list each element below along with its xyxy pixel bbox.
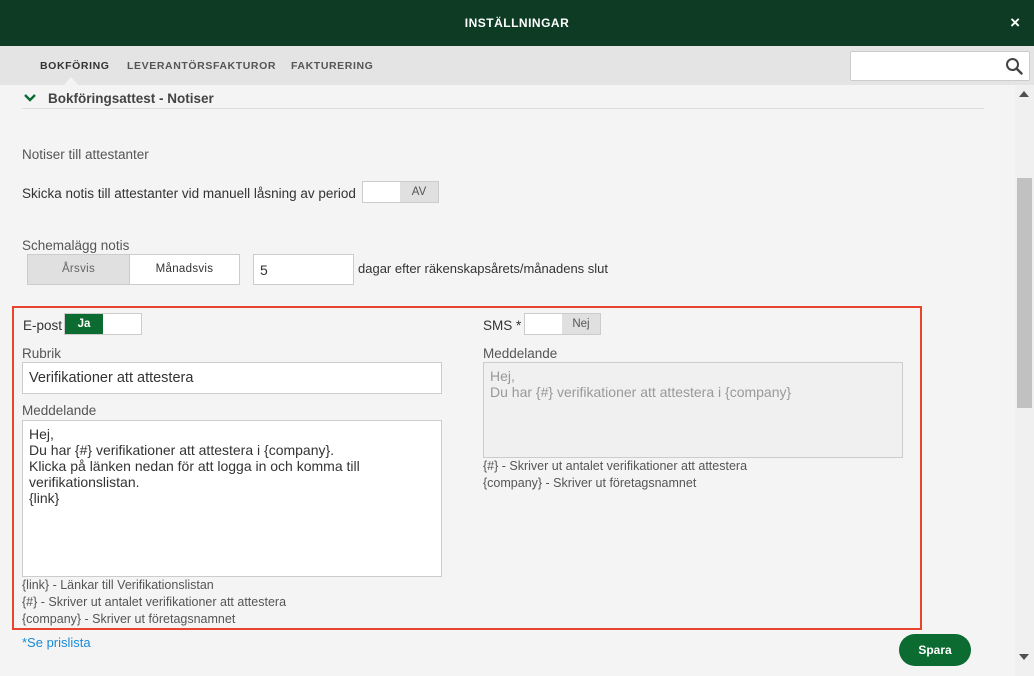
manual-lock-toggle[interactable]: AV xyxy=(362,181,439,203)
modal-header: INSTÄLLNINGAR × xyxy=(0,0,1034,46)
subject-input[interactable] xyxy=(22,362,442,394)
days-input[interactable] xyxy=(253,254,354,285)
tab-leverantorsfakturor[interactable]: LEVERANTÖRSFAKTUROR xyxy=(127,60,276,72)
days-suffix: dagar efter räkenskapsårets/månadens slu… xyxy=(358,261,609,276)
close-icon[interactable]: × xyxy=(1010,14,1020,31)
schedule-label: Schemalägg notis xyxy=(22,238,130,253)
search-icon[interactable] xyxy=(1005,57,1023,75)
tab-bokforing[interactable]: BOKFÖRING xyxy=(40,60,110,72)
sms-message-label: Meddelande xyxy=(483,346,558,361)
help-line: {company} - Skriver ut företagsnamnet xyxy=(483,476,697,490)
manual-lock-label: Skicka notis till attestanter vid manuel… xyxy=(22,186,356,201)
schedule-option-monthly[interactable]: Månadsvis xyxy=(129,255,239,284)
scroll-up-icon[interactable] xyxy=(1019,91,1029,97)
search-input[interactable] xyxy=(857,57,997,75)
email-message-textarea[interactable] xyxy=(22,420,442,577)
active-tab-indicator xyxy=(64,77,78,85)
toggle-state-label: Ja xyxy=(65,314,103,334)
toggle-state-label: Nej xyxy=(562,314,600,334)
help-line: {link} - Länkar till Verifikationslistan xyxy=(22,578,214,592)
modal-title: INSTÄLLNINGAR xyxy=(464,16,570,30)
help-line: {company} - Skriver ut företagsnamnet xyxy=(22,612,236,626)
help-line: {#} - Skriver ut antalet verifikationer … xyxy=(483,459,748,473)
scrollbar[interactable] xyxy=(1015,85,1034,676)
email-message-label: Meddelande xyxy=(22,403,97,418)
search-box[interactable] xyxy=(850,51,1030,81)
notices-heading: Notiser till attestanter xyxy=(22,147,149,162)
sms-message-textarea[interactable] xyxy=(483,362,903,458)
save-button[interactable]: Spara xyxy=(899,634,971,666)
price-list-link[interactable]: *Se prislista xyxy=(22,635,91,650)
help-line: {#} - Skriver ut antalet verifikationer … xyxy=(22,595,287,609)
sms-label: SMS * xyxy=(483,318,522,333)
sms-help-text: {#} - Skriver ut antalet verifikationer … xyxy=(483,458,747,492)
scrollbar-thumb[interactable] xyxy=(1017,178,1032,408)
email-toggle[interactable]: Ja xyxy=(64,313,142,335)
section-title: Bokföringsattest - Notiser xyxy=(48,91,214,106)
chevron-down-icon[interactable] xyxy=(24,94,36,102)
schedule-option-yearly[interactable]: Årsvis xyxy=(28,255,129,284)
sms-toggle[interactable]: Nej xyxy=(524,313,601,335)
toggle-state-label: AV xyxy=(400,182,438,202)
schedule-segmented-control: Årsvis Månadsvis xyxy=(27,254,240,285)
section-header[interactable]: Bokföringsattest - Notiser xyxy=(22,90,984,109)
email-help-text: {link} - Länkar till Verifikationslistan… xyxy=(22,577,286,628)
email-label: E-post xyxy=(23,318,63,333)
subject-label: Rubrik xyxy=(22,346,62,361)
tab-fakturering[interactable]: FAKTURERING xyxy=(291,60,373,72)
scroll-down-icon[interactable] xyxy=(1019,654,1029,660)
